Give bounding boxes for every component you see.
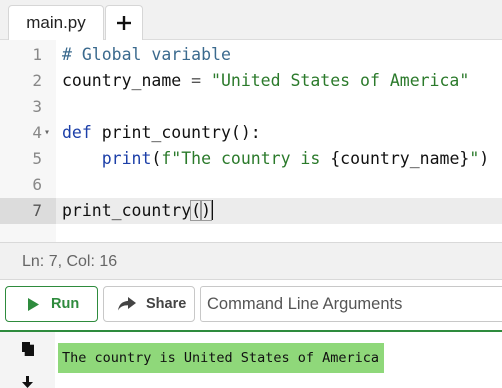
output-line: The country is United States of America [58, 343, 384, 373]
play-icon [28, 297, 39, 311]
toolbar: Run Share [0, 280, 502, 330]
command-line-arguments-input[interactable] [200, 286, 502, 322]
code-text: print(f"The country is {country_name}") [62, 146, 489, 172]
code-token: = [191, 71, 202, 90]
download-icon[interactable] [21, 376, 34, 388]
line-number: 1 [32, 45, 42, 64]
code-line[interactable]: 2 country_name = "United States of Americ… [0, 68, 502, 94]
code-token: # Global variable [62, 45, 231, 64]
code-token: "United States of America" [211, 71, 470, 90]
code-line[interactable]: 3 [0, 94, 502, 120]
code-text: def print_country(): [62, 120, 261, 146]
code-line[interactable]: 5 print(f"The country is {country_name}"… [0, 146, 502, 172]
line-number: 2 [32, 71, 42, 90]
output-panel: The country is United States of America [0, 330, 502, 388]
tab-bar: main.py [0, 0, 502, 40]
share-icon [118, 297, 136, 311]
code-line[interactable]: 4 ▾ def print_country(): [0, 120, 502, 146]
share-button[interactable]: Share [103, 286, 195, 322]
code-token: " [469, 149, 480, 168]
code-token: f"The country is [161, 149, 331, 168]
run-label: Run [51, 296, 80, 312]
code-editor[interactable]: 1 # Global variable 2 country_name = "Unite… [0, 40, 502, 242]
code-token: print_country(): [101, 123, 261, 142]
code-token: print [101, 149, 152, 168]
code-token: ) [200, 200, 213, 221]
code-token: ( [151, 149, 162, 168]
fold-toggle-icon[interactable]: ▾ [44, 120, 54, 146]
code-token: print_country [62, 201, 192, 220]
code-token: ) [479, 149, 490, 168]
text-cursor [211, 200, 213, 220]
code-token: {country_name} [330, 149, 470, 168]
copy-icon[interactable] [22, 342, 34, 356]
code-token: ( [190, 200, 203, 221]
line-number: 6 [32, 175, 42, 194]
cursor-position: Ln: 7, Col: 16 [22, 253, 118, 270]
code-text: # Global variable [62, 42, 231, 68]
line-number: 5 [32, 149, 42, 168]
output-gutter [0, 332, 55, 388]
line-number: 3 [32, 97, 42, 116]
status-bar: Ln: 7, Col: 16 [0, 242, 502, 280]
line-number: 7 [0, 198, 42, 224]
code-line[interactable]: 1 # Global variable [0, 42, 502, 68]
add-tab-button[interactable] [105, 5, 143, 40]
code-token: country_name [62, 71, 192, 90]
code-line[interactable]: 6 [0, 172, 502, 198]
code-text: country_name = "United States of America… [62, 68, 469, 94]
share-label: Share [146, 296, 187, 312]
tab-label: main.py [26, 13, 86, 32]
tab-main-py[interactable]: main.py [8, 5, 104, 40]
code-token: def [62, 123, 102, 142]
plus-icon [117, 16, 131, 30]
run-button[interactable]: Run [5, 286, 98, 322]
line-number: 4 [32, 123, 42, 142]
code-line[interactable]: 7 print_country() [0, 198, 502, 224]
code-text: print_country() [62, 198, 213, 224]
